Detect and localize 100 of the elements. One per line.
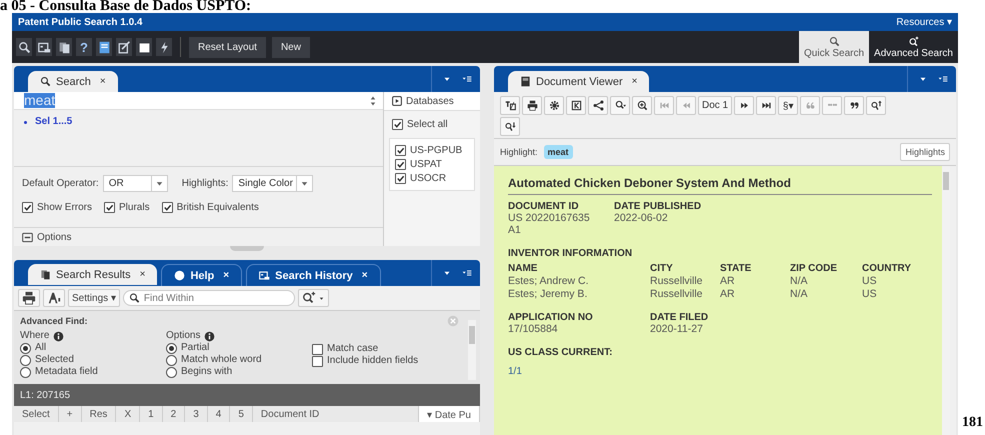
search-options-button[interactable] bbox=[298, 289, 329, 307]
radio-button[interactable] bbox=[20, 366, 31, 378]
toolbar-button[interactable] bbox=[588, 96, 608, 115]
panel-tab[interactable]: Search History × bbox=[246, 264, 381, 286]
document-title: Automated Chicken Deboner System And Method bbox=[508, 176, 932, 195]
radio-button[interactable] bbox=[166, 342, 177, 354]
radio-button[interactable] bbox=[20, 354, 31, 366]
help-button[interactable]: ? bbox=[76, 38, 92, 56]
checkbox-label: Match case bbox=[327, 343, 378, 355]
page-number: 181 bbox=[961, 415, 983, 432]
scrollbar[interactable] bbox=[942, 166, 950, 435]
checkbox[interactable] bbox=[395, 145, 406, 156]
highlights-dropdown[interactable]: Single Color bbox=[232, 175, 314, 192]
column-heading: NAME bbox=[508, 263, 538, 274]
table-cell-text: US bbox=[862, 275, 878, 287]
settings-icon bbox=[548, 100, 560, 111]
toolbar-button[interactable] bbox=[566, 96, 586, 115]
radio-label: Match whole word bbox=[181, 354, 262, 366]
field-heading: APPLICATION NO bbox=[508, 312, 594, 323]
checkbox[interactable] bbox=[395, 159, 406, 170]
toolbar-button[interactable] bbox=[500, 96, 520, 115]
quote-icon bbox=[804, 100, 816, 111]
toolbar-button[interactable] bbox=[96, 38, 112, 56]
operator-dropdown[interactable]: OR bbox=[102, 175, 168, 192]
column-header[interactable]: 2 bbox=[162, 406, 186, 422]
checkbox-label: Plurals bbox=[119, 202, 150, 213]
field-value: US 20220167635 A1 bbox=[508, 212, 591, 236]
toolbar-button[interactable] bbox=[866, 96, 886, 115]
radio-label: All bbox=[35, 342, 46, 354]
column-header[interactable]: X bbox=[116, 406, 140, 422]
toolbar-button[interactable] bbox=[610, 96, 630, 115]
find-field[interactable]: Find Within bbox=[122, 290, 295, 306]
section-heading: INVENTOR INFORMATION bbox=[508, 248, 634, 259]
toolbar-button[interactable] bbox=[36, 38, 52, 56]
scrollbar[interactable] bbox=[468, 320, 476, 380]
highlight-term[interactable]: meat bbox=[544, 145, 573, 159]
checkbox[interactable] bbox=[22, 202, 33, 213]
checkbox[interactable] bbox=[162, 202, 173, 213]
toolbar-button[interactable]: §▾ bbox=[778, 96, 798, 115]
toolbar-button[interactable]: Reset Layout bbox=[189, 36, 266, 58]
menu-icon bbox=[462, 268, 472, 278]
panel-tab[interactable]: Document Viewer × bbox=[508, 71, 650, 92]
toolbar-button[interactable] bbox=[522, 96, 542, 115]
resources-menu[interactable]: Resources ▾ bbox=[896, 16, 952, 28]
square-icon bbox=[138, 40, 150, 54]
column-header[interactable]: ▾ Date Pu bbox=[419, 406, 480, 422]
panel-tab[interactable]: Help × bbox=[161, 264, 242, 286]
toolbar-button[interactable] bbox=[116, 38, 132, 56]
checkbox[interactable] bbox=[312, 356, 323, 366]
panel-tab[interactable]: Search × bbox=[28, 71, 118, 92]
column-header[interactable]: Select bbox=[14, 406, 59, 422]
close-icon bbox=[446, 314, 460, 328]
search-mode-tab[interactable]: Quick Search bbox=[799, 31, 870, 63]
checkbox[interactable] bbox=[312, 344, 323, 354]
toolbar-button[interactable] bbox=[756, 96, 776, 115]
font-size-button[interactable] bbox=[43, 289, 65, 307]
collapse-icon[interactable] bbox=[22, 232, 33, 242]
radio-label: Metadata field bbox=[35, 366, 98, 378]
column-heading: STATE bbox=[720, 263, 752, 274]
highlights-button[interactable]: Highlights bbox=[900, 143, 950, 161]
toolbar-button[interactable] bbox=[544, 96, 564, 115]
settings-dropdown[interactable]: Settings ▾ bbox=[68, 289, 120, 307]
radio-button[interactable] bbox=[166, 354, 177, 366]
column-header[interactable]: Res bbox=[82, 406, 116, 422]
info-icon bbox=[204, 330, 216, 342]
toolbar-button[interactable] bbox=[156, 38, 172, 56]
toolbar-button[interactable]: Doc 1 bbox=[698, 96, 732, 115]
toolbar-button[interactable] bbox=[734, 96, 754, 115]
checkbox[interactable] bbox=[395, 173, 406, 184]
toolbar-button[interactable] bbox=[136, 38, 152, 56]
toolbar-button[interactable] bbox=[632, 96, 652, 115]
radio-button[interactable] bbox=[20, 342, 31, 354]
checkbox[interactable] bbox=[392, 119, 403, 130]
table-cell-text: AR bbox=[720, 275, 736, 287]
toolbar-button[interactable] bbox=[500, 117, 520, 136]
field-label: Default Operator: bbox=[22, 178, 99, 189]
checkbox[interactable] bbox=[104, 202, 116, 213]
class-link[interactable]: 1/1 bbox=[508, 366, 932, 377]
toolbar-button[interactable]: New bbox=[272, 36, 310, 58]
field-value: 2020-11-27 bbox=[650, 323, 704, 335]
field-value: 2022-06-02 bbox=[614, 212, 669, 224]
panel-tab[interactable]: Search Results × bbox=[28, 264, 158, 285]
print-icon bbox=[526, 100, 538, 111]
column-header[interactable]: 5 bbox=[230, 406, 253, 422]
toolbar-button[interactable] bbox=[844, 96, 864, 115]
toolbar-button[interactable] bbox=[16, 38, 32, 56]
table-cell-text: Estes; Andrew C. bbox=[508, 275, 590, 287]
search-up-icon bbox=[870, 100, 882, 111]
column-header[interactable]: 1 bbox=[140, 406, 163, 422]
query-set-link[interactable]: Sel 1...5 bbox=[35, 116, 72, 127]
table-cell-text: N/A bbox=[790, 288, 809, 300]
toolbar-button[interactable] bbox=[56, 38, 72, 56]
column-header[interactable]: 3 bbox=[185, 406, 208, 422]
column-header[interactable]: 4 bbox=[208, 406, 230, 422]
radio-button[interactable] bbox=[166, 366, 177, 378]
quote-icon bbox=[848, 100, 860, 111]
spinner-icon[interactable] bbox=[369, 94, 377, 106]
splitter-handle[interactable] bbox=[230, 246, 264, 251]
print-button[interactable] bbox=[18, 289, 40, 307]
column-header[interactable]: + bbox=[58, 406, 82, 422]
